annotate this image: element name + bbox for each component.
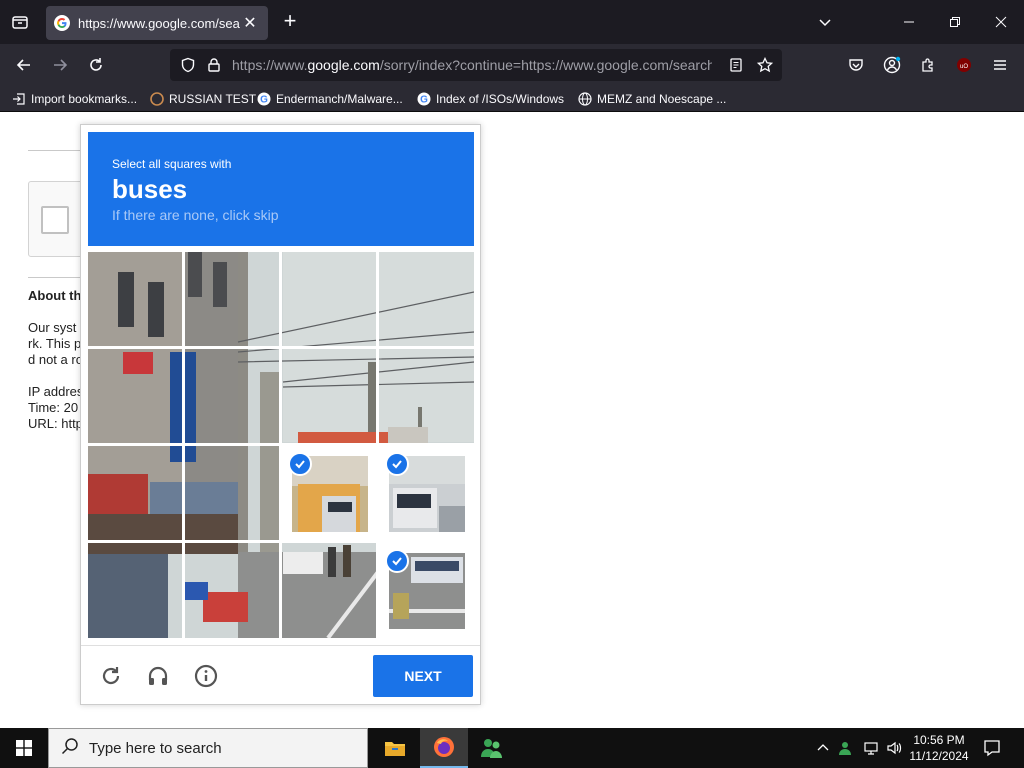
url-line: URL: http	[28, 416, 83, 431]
about-heading: About th	[28, 288, 82, 303]
tray-people-icon[interactable]	[838, 739, 856, 757]
search-icon	[61, 737, 79, 760]
list-all-tabs-chevron-icon[interactable]	[813, 10, 837, 34]
globe-icon	[578, 92, 592, 106]
network-icon[interactable]	[862, 739, 880, 757]
google-icon: G	[257, 92, 271, 106]
back-arrow-icon[interactable]	[12, 53, 36, 77]
grid-tile[interactable]	[185, 349, 279, 443]
minimize-icon[interactable]	[897, 10, 921, 34]
divider	[28, 150, 83, 151]
bookmark-star-icon[interactable]	[753, 53, 777, 77]
notifications-icon[interactable]	[982, 738, 1002, 758]
clock-time: 10:56 PM	[913, 733, 965, 747]
windows-start-icon[interactable]	[0, 728, 48, 768]
svg-text:G: G	[260, 95, 268, 106]
tray-overflow-chevron-icon[interactable]	[814, 739, 832, 757]
challenge-header: Select all squares with buses If there a…	[88, 132, 474, 246]
pocket-icon[interactable]	[844, 53, 868, 77]
windows-taskbar: Type here to search 10:56 PM 11/12/2024	[0, 728, 1024, 768]
selected-check-icon	[385, 452, 409, 476]
tab-list-icon[interactable]	[8, 10, 32, 34]
hamburger-menu-icon[interactable]	[988, 53, 1012, 77]
svg-text:uO: uO	[960, 64, 968, 70]
restore-icon[interactable]	[943, 10, 967, 34]
browser-tab-active[interactable]: https://www.google.com/search ✕	[46, 6, 268, 40]
next-button[interactable]: NEXT	[373, 655, 473, 697]
svg-text:G: G	[420, 95, 428, 106]
grid-tile[interactable]	[185, 543, 279, 638]
reload-icon[interactable]	[84, 53, 108, 77]
grid-tile[interactable]	[282, 349, 376, 443]
body-text-line: d not a ro	[28, 352, 83, 367]
bookmark-russian-test[interactable]: RUSSIAN TEST	[150, 90, 256, 108]
reader-view-icon[interactable]	[724, 53, 748, 77]
bookmark-memz[interactable]: MEMZ and Noescape ...	[578, 90, 726, 108]
grid-tile[interactable]	[379, 252, 474, 346]
info-icon[interactable]	[192, 662, 220, 690]
browser-navbar: https://www.google.com/sorry/index?conti…	[0, 44, 1024, 86]
people-app-icon[interactable]	[468, 728, 516, 768]
selected-check-icon	[288, 452, 312, 476]
github-icon	[150, 92, 164, 106]
account-icon[interactable]	[880, 53, 904, 77]
challenge-instruction: Select all squares with	[112, 157, 232, 171]
bookmark-endermanch[interactable]: G Endermanch/Malware...	[257, 90, 403, 108]
grid-tile-selected[interactable]	[379, 446, 474, 540]
recaptcha-challenge-popup: Select all squares with buses If there a…	[80, 124, 481, 705]
bookmarks-toolbar: Import bookmarks... RUSSIAN TEST G Ender…	[0, 86, 1024, 112]
lock-icon[interactable]	[202, 53, 226, 77]
grid-tile[interactable]	[185, 252, 279, 346]
url-text[interactable]: https://www.google.com/sorry/index?conti…	[232, 57, 712, 73]
volume-icon[interactable]	[885, 739, 903, 757]
challenge-keyword: buses	[112, 174, 188, 204]
google-favicon-icon	[54, 15, 70, 31]
forward-arrow-icon[interactable]	[48, 53, 72, 77]
body-text-line: rk. This p	[28, 336, 82, 351]
extensions-puzzle-icon[interactable]	[916, 53, 940, 77]
grid-tile[interactable]	[379, 349, 474, 443]
challenge-hint: If there are none, click skip	[112, 207, 279, 223]
tab-close-icon[interactable]: ✕	[240, 13, 260, 33]
browser-titlebar: https://www.google.com/search ✕ +	[0, 0, 1024, 44]
grid-tile[interactable]	[185, 446, 279, 540]
grid-tile[interactable]	[282, 252, 376, 346]
ip-address-line: IP addres	[28, 384, 84, 399]
selected-check-icon	[385, 549, 409, 573]
address-bar[interactable]: https://www.google.com/sorry/index?conti…	[170, 49, 782, 81]
time-line: Time: 20	[28, 400, 79, 415]
close-window-icon[interactable]	[989, 10, 1013, 34]
taskbar-clock[interactable]: 10:56 PM 11/12/2024	[904, 732, 974, 764]
google-icon: G	[417, 92, 431, 106]
audio-challenge-headphones-icon[interactable]	[144, 662, 172, 690]
reload-challenge-icon[interactable]	[97, 662, 125, 690]
bookmark-index-isos[interactable]: G Index of /ISOs/Windows	[417, 90, 564, 108]
grid-tile[interactable]	[88, 446, 182, 540]
grid-tile[interactable]	[88, 349, 182, 443]
new-tab-plus-icon[interactable]: +	[278, 10, 302, 34]
recaptcha-checkbox[interactable]	[41, 206, 69, 234]
recaptcha-anchor-widget[interactable]	[28, 181, 88, 257]
grid-tile[interactable]	[282, 543, 376, 638]
bookmark-import[interactable]: Import bookmarks...	[12, 90, 137, 108]
grid-tile-selected[interactable]	[379, 543, 474, 638]
grid-tile-selected[interactable]	[282, 446, 376, 540]
search-placeholder: Type here to search	[89, 739, 222, 757]
ublock-origin-icon[interactable]: uO	[952, 53, 976, 77]
clock-date: 11/12/2024	[909, 749, 969, 763]
grid-tile[interactable]	[88, 252, 182, 346]
grid-tile[interactable]	[88, 543, 182, 638]
challenge-footer: NEXT	[81, 645, 480, 705]
file-explorer-icon[interactable]	[371, 728, 419, 768]
firefox-taskbar-icon[interactable]	[420, 728, 468, 768]
taskbar-search-input[interactable]: Type here to search	[48, 728, 368, 768]
tracking-protection-shield-icon[interactable]	[176, 53, 200, 77]
body-text-line: Our syst	[28, 320, 77, 335]
challenge-image-grid	[88, 252, 474, 638]
import-icon	[12, 92, 26, 106]
divider	[28, 277, 83, 278]
tab-title: https://www.google.com/search	[78, 15, 240, 31]
